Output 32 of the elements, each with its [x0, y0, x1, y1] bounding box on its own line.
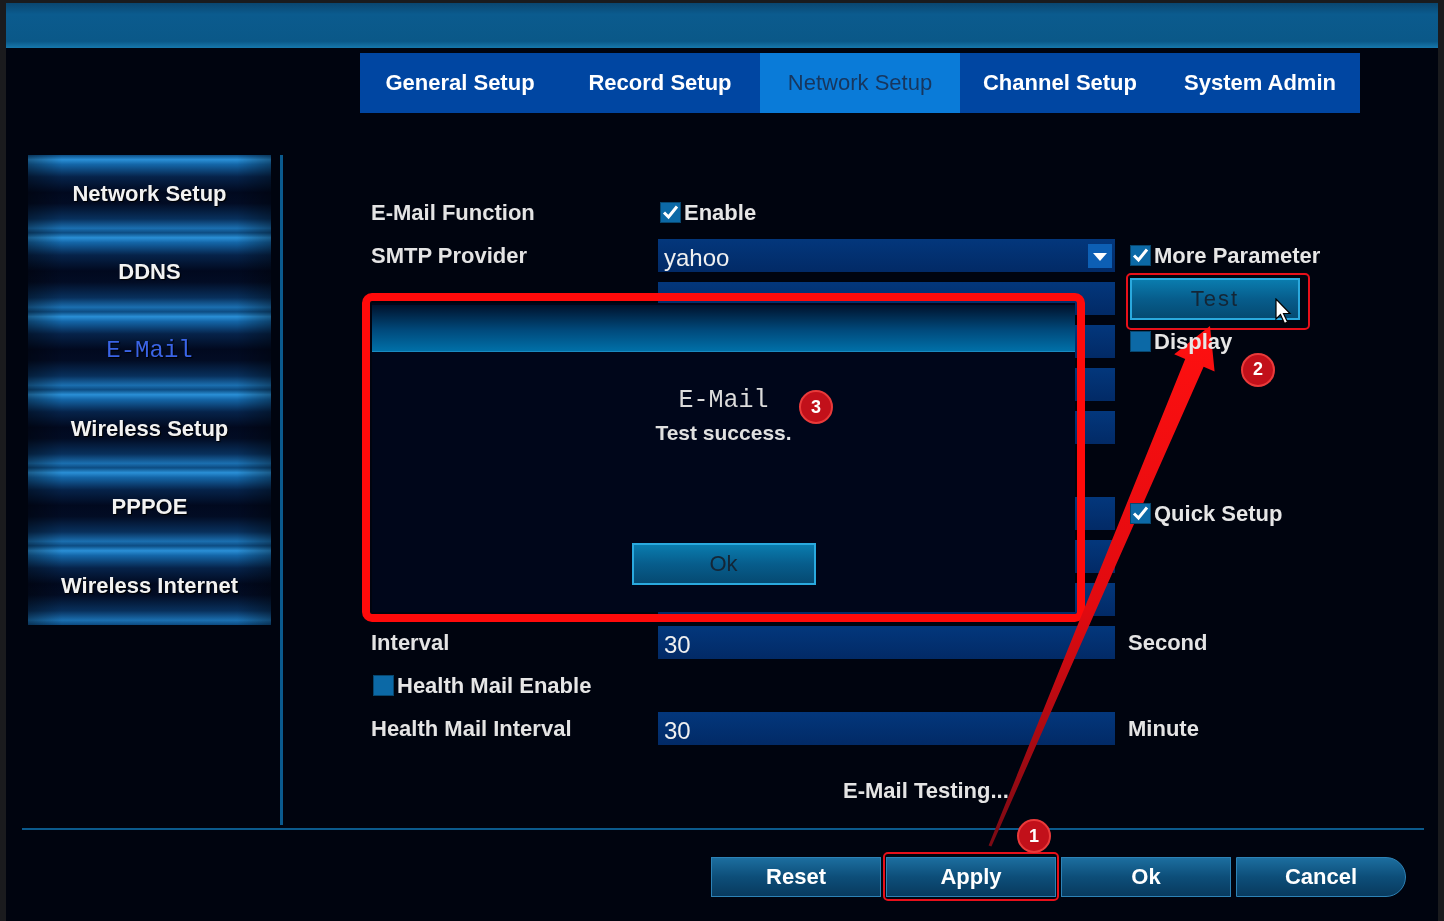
input-field[interactable]: 30: [658, 626, 1115, 659]
sidebar-item[interactable]: E-Mail: [28, 311, 271, 390]
sidebar-item[interactable]: PPPOE: [28, 468, 271, 547]
dropdown[interactable]: yahoo: [658, 239, 1115, 272]
checkbox[interactable]: More Parameter: [1130, 242, 1321, 269]
field-label: Interval: [371, 629, 451, 656]
dialog-title: E-Mail: [678, 387, 769, 415]
tab[interactable]: General Setup: [360, 53, 560, 113]
action-button[interactable]: Reset: [711, 857, 881, 897]
sidebar-item[interactable]: Wireless Setup: [28, 389, 271, 469]
checkbox[interactable]: Enable: [660, 199, 757, 226]
unit-label: Minute: [1128, 715, 1199, 742]
checkbox[interactable]: Quick Setup: [1130, 500, 1283, 527]
status-text: E-Mail Testing...: [843, 778, 1009, 802]
input-field[interactable]: 30: [658, 712, 1115, 745]
step-marker: 2: [1241, 352, 1275, 387]
field-label: SMTP Provider: [371, 242, 529, 269]
tab[interactable]: System Admin: [1160, 53, 1360, 113]
field-label: Health Mail Interval: [371, 715, 573, 742]
field-label: E-Mail Function: [371, 199, 536, 226]
checkbox[interactable]: Health Mail Enable: [373, 672, 592, 699]
tab[interactable]: Channel Setup: [960, 53, 1160, 113]
step-marker: 1: [1017, 819, 1051, 853]
unit-label: Second: [1128, 629, 1208, 656]
sidebar-item[interactable]: DDNS: [28, 233, 271, 312]
tab[interactable]: Record Setup: [560, 53, 760, 113]
sidebar-item[interactable]: Network Setup: [28, 155, 271, 234]
action-button[interactable]: Ok: [1061, 857, 1231, 897]
dialog-message: Test success.: [655, 421, 792, 445]
action-button[interactable]: Apply: [886, 857, 1056, 897]
sidebar-item[interactable]: Wireless Internet: [28, 546, 271, 625]
action-button[interactable]: Cancel: [1236, 857, 1406, 897]
